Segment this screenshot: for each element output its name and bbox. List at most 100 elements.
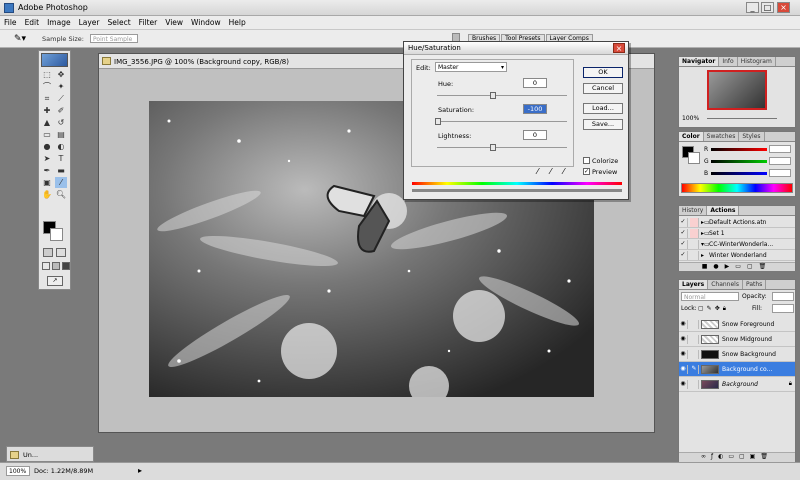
menu-help[interactable]: Help <box>225 16 250 29</box>
saturation-slider-track[interactable] <box>437 121 567 122</box>
saturation-slider-thumb[interactable] <box>435 118 441 125</box>
tab-swatches[interactable]: Swatches <box>704 132 740 141</box>
cancel-button[interactable]: Cancel <box>583 83 623 94</box>
load-button[interactable]: Load... <box>583 103 623 114</box>
hue-slider-thumb[interactable] <box>490 92 496 99</box>
layers-footer[interactable]: ∞ƒ◐▭▢▣🗑︎ <box>679 452 795 462</box>
background-color-swatch[interactable] <box>688 152 700 164</box>
minimize-icon[interactable]: _ <box>746 2 759 13</box>
gradient-tool-icon[interactable]: ▤ <box>55 129 67 140</box>
link-icon[interactable] <box>690 334 699 344</box>
action-item[interactable]: ✓ ▾▭ CC-WinterWonderla... <box>679 239 795 250</box>
blue-input[interactable] <box>769 169 791 177</box>
history-brush-tool-icon[interactable]: ↺ <box>55 117 67 128</box>
screen-mode-full-menu-icon[interactable] <box>52 262 60 270</box>
lightness-input[interactable]: 0 <box>523 130 547 140</box>
brush-icon[interactable]: ✎ <box>690 364 699 374</box>
blend-mode-select[interactable]: Normal <box>681 292 739 301</box>
screen-mode-full-icon[interactable] <box>62 262 70 270</box>
eyedropper-plus-icon[interactable]: ⁄ <box>550 167 551 176</box>
zoom-input[interactable]: 100% <box>6 466 30 476</box>
blue-slider[interactable] <box>711 172 767 175</box>
lasso-tool-icon[interactable]: ⌒ <box>41 81 53 92</box>
checkmark-icon[interactable]: ✓ <box>679 239 688 249</box>
tab-actions[interactable]: Actions <box>707 206 740 215</box>
eyedropper-tool-icon[interactable]: ✎▾ <box>14 34 26 44</box>
fill-input[interactable] <box>772 304 794 313</box>
hand-tool-icon[interactable]: ✋ <box>41 189 53 200</box>
menu-filter[interactable]: Filter <box>135 16 162 29</box>
red-input[interactable] <box>769 145 791 153</box>
red-slider[interactable] <box>711 148 767 151</box>
type-tool-icon[interactable]: T <box>55 153 67 164</box>
green-slider[interactable] <box>711 160 767 163</box>
layer-row[interactable]: ◉ Background 🔒︎ <box>679 377 795 392</box>
action-item[interactable]: ✓ ▸▭ Set 1 <box>679 228 795 239</box>
standard-mode-icon[interactable] <box>43 248 53 257</box>
eye-icon[interactable]: ◉ <box>679 379 688 389</box>
menu-image[interactable]: Image <box>43 16 75 29</box>
tab-layers[interactable]: Layers <box>679 280 709 289</box>
link-icon[interactable] <box>690 319 699 329</box>
tab-styles[interactable]: Styles <box>739 132 765 141</box>
hue-slider-track[interactable] <box>437 95 567 96</box>
eyedropper-icon[interactable]: ⁄ <box>537 167 538 176</box>
quick-mask-icon[interactable] <box>56 248 66 257</box>
eye-icon[interactable]: ◉ <box>679 349 688 359</box>
brush-tool-icon[interactable]: ✐ <box>55 105 67 116</box>
dialog-toggle-icon[interactable] <box>690 228 699 238</box>
dialog-toggle-icon[interactable] <box>690 217 699 227</box>
background-color-swatch[interactable] <box>50 228 63 241</box>
maximize-icon[interactable]: □ <box>761 2 774 13</box>
tab-channels[interactable]: Channels <box>708 280 743 289</box>
crop-tool-icon[interactable]: ⌗ <box>41 93 53 104</box>
opacity-input[interactable] <box>772 292 794 301</box>
menu-layer[interactable]: Layer <box>75 16 104 29</box>
jump-to-imageready-icon[interactable]: ↗ <box>47 276 63 286</box>
marquee-tool-icon[interactable]: ⬚ <box>41 69 53 80</box>
tab-history[interactable]: History <box>679 206 708 215</box>
eye-icon[interactable]: ◉ <box>679 364 688 374</box>
link-icon[interactable] <box>690 379 699 389</box>
menu-select[interactable]: Select <box>104 16 135 29</box>
eye-icon[interactable]: ◉ <box>679 319 688 329</box>
action-item[interactable]: ✓ ▸ Winter Wonderland <box>679 250 795 261</box>
menu-window[interactable]: Window <box>187 16 225 29</box>
dialog-close-icon[interactable]: × <box>613 43 625 53</box>
eraser-tool-icon[interactable]: ▭ <box>41 129 53 140</box>
path-selection-tool-icon[interactable]: ➤ <box>41 153 53 164</box>
eye-icon[interactable]: ◉ <box>679 334 688 344</box>
color-spectrum-bar[interactable] <box>681 183 793 193</box>
navigator-zoom-slider[interactable] <box>707 118 777 119</box>
layer-row[interactable]: ◉ Snow Foreground <box>679 317 795 332</box>
eyedropper-tool-icon[interactable]: ⁄ <box>55 177 67 188</box>
colorize-checkbox[interactable] <box>583 157 590 164</box>
menu-edit[interactable]: Edit <box>21 16 44 29</box>
preview-checkbox[interactable]: ✓ <box>583 168 590 175</box>
clone-stamp-tool-icon[interactable]: ▲ <box>41 117 53 128</box>
lightness-slider-track[interactable] <box>437 147 567 148</box>
lightness-slider-thumb[interactable] <box>490 144 496 151</box>
notes-tool-icon[interactable]: ▣ <box>41 177 53 188</box>
sample-size-select[interactable]: Point Sample <box>90 34 138 43</box>
move-tool-icon[interactable]: ✥ <box>55 69 67 80</box>
tab-histogram[interactable]: Histogram <box>738 57 776 66</box>
layer-row-selected[interactable]: ◉ ✎ Background co... <box>679 362 795 377</box>
dialog-toggle-icon[interactable] <box>690 239 699 249</box>
layer-row[interactable]: ◉ Snow Background <box>679 347 795 362</box>
dialog-toggle-icon[interactable] <box>690 250 699 260</box>
close-icon[interactable]: × <box>777 2 790 13</box>
navigator-thumbnail[interactable] <box>707 70 767 110</box>
tab-paths[interactable]: Paths <box>743 280 767 289</box>
dodge-tool-icon[interactable]: ◐ <box>55 141 67 152</box>
checkmark-icon[interactable]: ✓ <box>679 228 688 238</box>
healing-brush-tool-icon[interactable]: ✚ <box>41 105 53 116</box>
actions-footer[interactable]: ■●▶▭▢🗑︎ <box>679 262 795 271</box>
tab-info[interactable]: Info <box>719 57 738 66</box>
shape-tool-icon[interactable]: ▬ <box>55 165 67 176</box>
ok-button[interactable]: OK <box>583 67 623 78</box>
lock-icons[interactable]: ▢✎✥🔒︎ <box>698 305 729 313</box>
magic-wand-tool-icon[interactable]: ✦ <box>55 81 67 92</box>
status-menu-arrow-icon[interactable]: ▸ <box>138 466 142 475</box>
save-button[interactable]: Save... <box>583 119 623 130</box>
